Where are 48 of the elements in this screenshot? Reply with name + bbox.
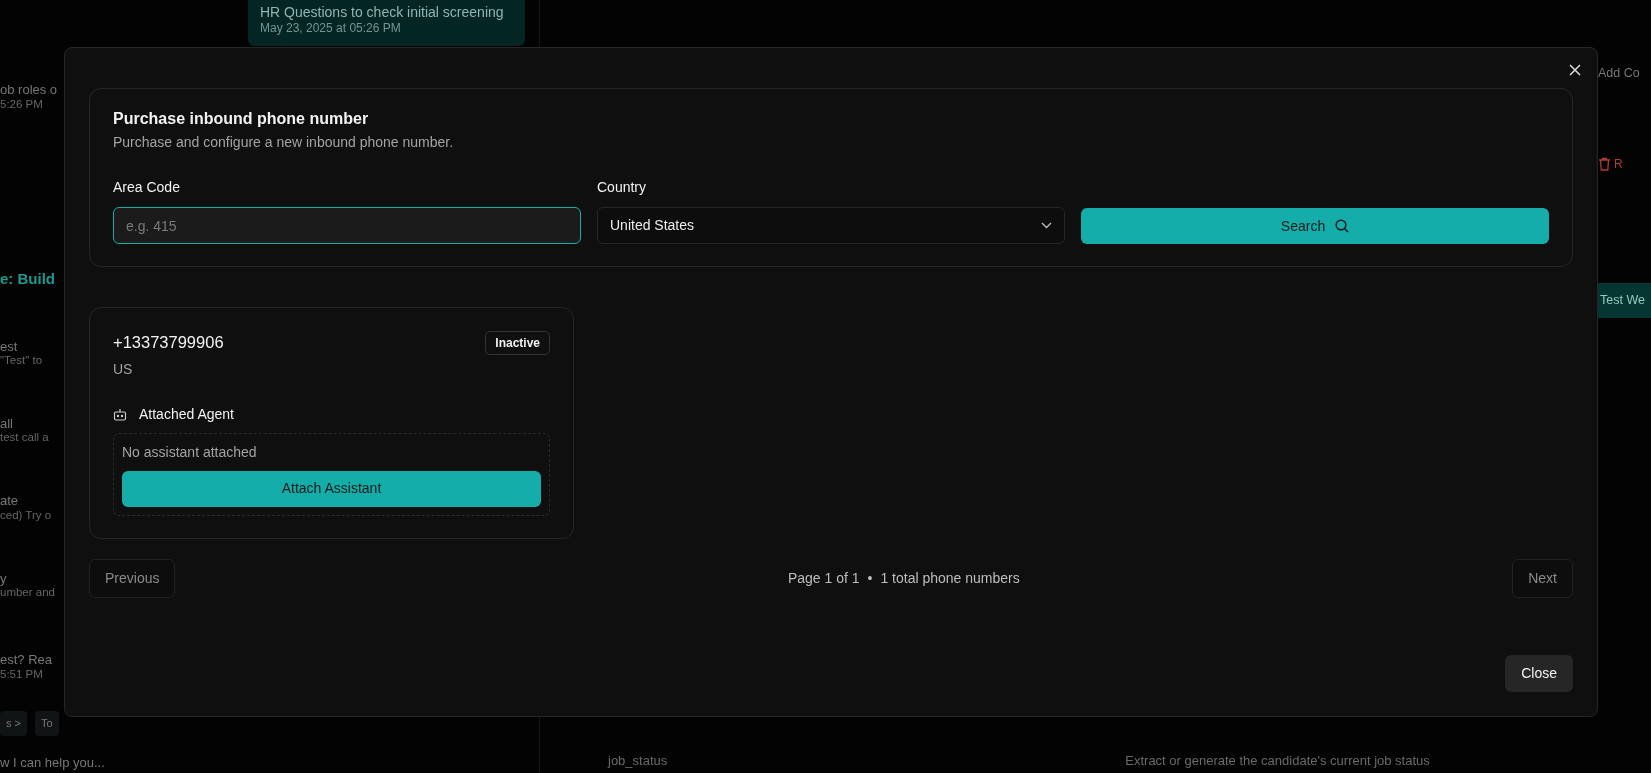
close-button[interactable]: Close [1505, 655, 1573, 692]
step-description: ced) Try o [0, 508, 52, 523]
message-time: 5:51 PM [0, 667, 44, 682]
test-button[interactable]: Test We [1598, 282, 1651, 318]
robot-icon [113, 407, 127, 421]
close-icon [1569, 64, 1581, 76]
field-label: Country [597, 178, 648, 198]
message-text: est? Rea [0, 652, 53, 668]
message-text: ob roles o [0, 82, 58, 98]
step-title: y [0, 570, 8, 587]
step-title: est [0, 338, 19, 355]
step-description: test call a [0, 431, 49, 446]
chevron-down-icon [1041, 222, 1052, 230]
remove-label: R [1614, 155, 1623, 173]
field-description: Extract or generate the candidate's current job status [1125, 752, 1430, 770]
message-time: 5:26 PM [0, 97, 44, 112]
step-description: umber and [0, 586, 55, 601]
close-button[interactable] [1567, 62, 1583, 78]
input-text: w I can help you... [0, 755, 105, 771]
area-code-field[interactable]: e.g. 415 [113, 207, 581, 245]
step-title: ate [0, 493, 20, 509]
agent-label: Attached Agent [139, 404, 234, 424]
country-select[interactable]: United States [597, 207, 1065, 245]
remove-button[interactable]: R [1598, 154, 1651, 173]
message-text: HR Questions to check initial screening [260, 3, 505, 22]
suggestion-chip[interactable]: s > [0, 711, 27, 736]
select-value: United States [610, 216, 695, 236]
page-info: Page 1 of 1 [787, 568, 860, 588]
section-heading: e: Build [0, 269, 55, 289]
total-count: 1 total phone numbers [880, 568, 1020, 588]
add-button[interactable]: Add Co [1598, 64, 1651, 83]
phone-country: US [113, 359, 134, 379]
suggestion-chip[interactable]: To [35, 711, 59, 736]
field-name: job_status [608, 752, 668, 770]
trash-icon [1598, 156, 1611, 171]
step-description: "Test" to [0, 354, 43, 368]
phone-number: +13373799906 [113, 332, 224, 354]
field-label: Area Code [113, 178, 181, 198]
attach-assistant-button[interactable]: Attach Assistant [122, 470, 541, 507]
search-button[interactable]: Search [1081, 208, 1549, 245]
separator-dot: • [867, 568, 873, 588]
search-icon [1335, 219, 1350, 234]
message-time: May 23, 2025 at 05:26 PM [260, 21, 402, 37]
step-title: all [0, 415, 14, 432]
panel-title: Purchase inbound phone number [113, 109, 370, 129]
empty-agent-text: No assistant attached [122, 442, 258, 462]
panel-subtitle: Purchase and configure a new inbound phone number. [113, 133, 455, 153]
status-badge: Inactive [485, 330, 550, 355]
